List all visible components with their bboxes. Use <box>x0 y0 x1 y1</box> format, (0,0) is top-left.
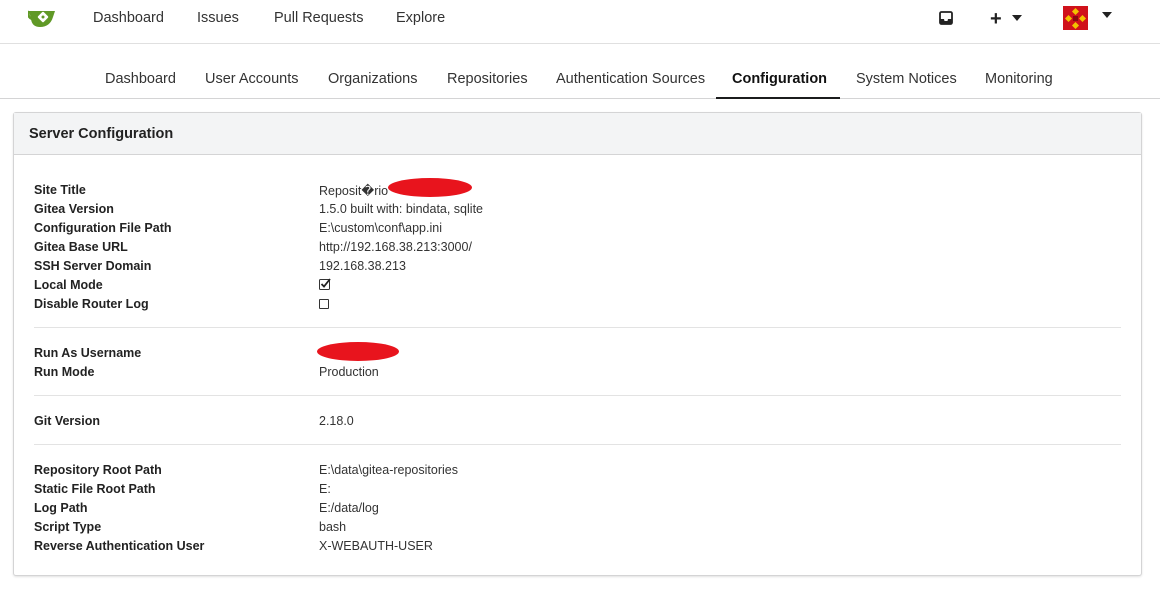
tab-configuration[interactable]: Configuration <box>732 71 827 99</box>
check-icon <box>319 278 331 290</box>
nav-pull-requests[interactable]: Pull Requests <box>274 10 363 26</box>
redaction-mark <box>317 342 399 361</box>
label-config-file-path: Configuration File Path <box>34 221 172 235</box>
label-run-mode: Run Mode <box>34 365 95 379</box>
tab-repositories[interactable]: Repositories <box>447 71 528 99</box>
server-configuration-panel: Server Configuration <box>13 112 1142 576</box>
label-gitea-version: Gitea Version <box>34 202 114 216</box>
label-reverse-auth-user: Reverse Authentication User <box>34 539 205 553</box>
value-reverse-auth-user: X-WEBAUTH-USER <box>319 539 433 553</box>
label-ssh-server-domain: SSH Server Domain <box>34 259 152 273</box>
value-run-mode: Production <box>319 365 379 379</box>
tab-system-notices[interactable]: System Notices <box>856 71 957 99</box>
label-disable-router-log: Disable Router Log <box>34 297 149 311</box>
empty-checkbox-icon <box>319 299 329 309</box>
tab-organizations[interactable]: Organizations <box>328 71 417 99</box>
tab-user-accounts[interactable]: User Accounts <box>205 71 299 99</box>
top-navbar: Dashboard Issues Pull Requests Explore + <box>0 0 1160 44</box>
value-log-path: E:/data/log <box>319 501 379 515</box>
value-repository-root-path: E:\data\gitea-repositories <box>319 463 458 477</box>
create-menu-chevron-down-icon[interactable] <box>1012 15 1022 21</box>
value-gitea-base-url: http://192.168.38.213:3000/ <box>319 240 472 254</box>
label-static-file-root-path: Static File Root Path <box>34 482 156 496</box>
user-avatar[interactable] <box>1063 6 1088 30</box>
redaction-mark <box>388 178 472 197</box>
label-run-as-username: Run As Username <box>34 346 142 360</box>
label-local-mode: Local Mode <box>34 278 103 292</box>
active-tab-indicator <box>716 97 840 99</box>
value-ssh-server-domain: 192.168.38.213 <box>319 259 406 273</box>
plus-icon[interactable]: + <box>990 8 1002 31</box>
label-git-version: Git Version <box>34 414 100 428</box>
label-log-path: Log Path <box>34 501 88 515</box>
value-script-type: bash <box>319 520 347 534</box>
value-gitea-version: 1.5.0 built with: bindata, sqlite <box>319 202 483 216</box>
panel-title: Server Configuration <box>29 126 174 142</box>
value-git-version: 2.18.0 <box>319 414 354 428</box>
label-script-type: Script Type <box>34 520 102 534</box>
value-config-file-path: E:\custom\conf\app.ini <box>319 221 442 235</box>
tab-authentication-sources[interactable]: Authentication Sources <box>556 71 705 99</box>
divider <box>34 444 1121 445</box>
user-menu-chevron-down-icon[interactable] <box>1102 12 1112 18</box>
tab-monitoring[interactable]: Monitoring <box>985 71 1053 99</box>
admin-tabs: Dashboard User Accounts Organizations Re… <box>0 45 1160 99</box>
inbox-icon[interactable] <box>938 10 954 26</box>
divider <box>34 395 1121 396</box>
nav-dashboard[interactable]: Dashboard <box>93 10 164 26</box>
value-site-title: Reposit�rio <box>319 184 389 198</box>
nav-explore[interactable]: Explore <box>396 10 445 26</box>
value-static-file-root-path: E: <box>319 482 331 496</box>
gitea-logo-icon[interactable] <box>28 7 56 29</box>
nav-issues[interactable]: Issues <box>197 10 239 26</box>
panel-header: Server Configuration <box>14 113 1141 155</box>
label-site-title: Site Title <box>34 183 86 197</box>
label-gitea-base-url: Gitea Base URL <box>34 240 128 254</box>
label-repository-root-path: Repository Root Path <box>34 463 162 477</box>
divider <box>34 327 1121 328</box>
tab-dashboard[interactable]: Dashboard <box>105 71 176 99</box>
